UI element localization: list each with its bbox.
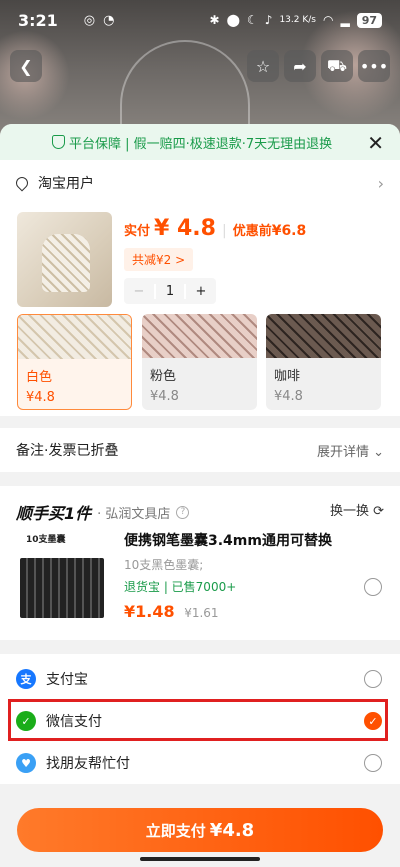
add-on-brand: 顺手买1件 xyxy=(16,504,92,523)
variant-price: ¥4.8 xyxy=(26,390,55,405)
variant-price: ¥4.8 xyxy=(274,389,303,404)
variant-label: 白色 xyxy=(26,370,53,385)
location-icon: ⬤ xyxy=(226,13,240,27)
share-icon: ➦ xyxy=(293,56,307,76)
status-icons-left: ◎ ◔ xyxy=(84,13,115,28)
pay-now-button[interactable]: 立即支付 ¥4.8 xyxy=(17,808,383,852)
mute-icon: ♪ xyxy=(264,13,273,27)
ink-cartridges-image xyxy=(20,558,104,618)
bluetooth-icon: ✱ xyxy=(209,13,220,27)
help-icon[interactable]: ? xyxy=(176,505,190,519)
wifi-icon: ◠ xyxy=(322,13,334,27)
add-on-header: 顺手买1件 · 弘润文具店 ? xyxy=(16,500,190,524)
quantity-stepper: − 1 + xyxy=(124,278,216,304)
selection-highlight-box xyxy=(8,699,388,741)
cart-icon: ⛟ xyxy=(326,55,348,75)
alipay-icon: 支 xyxy=(16,669,36,689)
variant-image xyxy=(266,314,381,358)
add-on-subtitle: 10支黑色墨囊; xyxy=(124,558,204,572)
back-button[interactable]: ❮ xyxy=(10,50,42,82)
alipay-radio[interactable] xyxy=(364,670,382,688)
payment-label: 支付宝 xyxy=(46,672,88,688)
add-on-current-price: ¥1.48 xyxy=(124,602,175,621)
add-on-store: · 弘润文具店 xyxy=(97,506,171,522)
remark-row[interactable]: 备注·发票已折叠 展开详情 ⌄ xyxy=(0,428,400,472)
pay-price: ¥ 4.8 xyxy=(154,216,216,241)
guarantee-text: 平台保障 | 假一赔四·极速退款·7天无理由退换 xyxy=(69,136,333,152)
payment-friend[interactable]: ♥ 找朋友帮忙付 xyxy=(0,742,400,784)
favorite-button[interactable]: ☆ xyxy=(247,50,279,82)
discount-badge[interactable]: 共减¥2 > xyxy=(124,248,194,271)
friend-pay-icon: ♥ xyxy=(16,753,36,773)
add-on-title: 便携钢笔墨囊3.4mm通用可替换 xyxy=(124,533,332,549)
variant-selector: 白色 ¥4.8 粉色 ¥4.8 咖啡 ¥4.8 xyxy=(0,310,400,416)
add-on-original-price: ¥1.61 xyxy=(184,606,219,620)
star-icon: ☆ xyxy=(255,56,271,76)
chevron-right-icon: › xyxy=(377,173,384,193)
pay-label: 实付 xyxy=(124,224,151,239)
payment-label: 找朋友帮忙付 xyxy=(46,756,130,772)
add-on-image[interactable]: 10支墨囊 xyxy=(16,530,108,622)
guarantee-banner: 平台保障 | 假一赔四·极速退款·7天无理由退换 ✕ xyxy=(0,124,400,160)
payment-alipay[interactable]: 支 支付宝 xyxy=(0,658,400,700)
add-on-price: ¥1.48 ¥1.61 xyxy=(124,602,219,621)
home-indicator[interactable] xyxy=(140,857,260,861)
variant-price: ¥4.8 xyxy=(150,389,179,404)
signal-icon: ▂ xyxy=(340,13,350,27)
remark-label: 备注·发票已折叠 xyxy=(16,443,119,459)
price-divider: | xyxy=(221,223,227,239)
status-time: 3:21 xyxy=(18,10,58,30)
variant-pink[interactable]: 粉色 ¥4.8 xyxy=(142,314,257,410)
share-button[interactable]: ➦ xyxy=(284,50,316,82)
decrease-button[interactable]: − xyxy=(124,284,154,299)
location-pin-icon xyxy=(13,174,31,192)
speed-icon: ◔ xyxy=(103,12,115,28)
friend-pay-radio[interactable] xyxy=(364,754,382,772)
chevron-left-icon: ❮ xyxy=(19,56,33,76)
quantity-value[interactable]: 1 xyxy=(154,283,186,299)
increase-button[interactable]: + xyxy=(186,284,216,299)
variant-image xyxy=(142,314,257,358)
address-row[interactable]: 淘宝用户 › xyxy=(0,160,400,206)
moon-icon: ☾ xyxy=(247,13,258,27)
close-button[interactable]: ✕ xyxy=(367,131,384,155)
variant-label: 粉色 xyxy=(150,369,177,384)
app-notification-icon: ◎ xyxy=(83,12,96,28)
battery-indicator: 97 xyxy=(356,12,382,28)
pay-now-label: 立即支付 xyxy=(145,821,206,840)
status-icons-right: ✱ ⬤ ☾ ♪ 13.2 K/s ◠ ▂ 97 xyxy=(209,12,382,28)
shield-icon xyxy=(52,135,65,149)
add-on-image-label: 10支墨囊 xyxy=(26,535,66,545)
payment-methods: 支 支付宝 ✓ 微信支付 ✓ ♥ 找朋友帮忙付 xyxy=(0,654,400,784)
add-on-checkbox[interactable] xyxy=(364,578,382,596)
price-row: 实付 ¥ 4.8 | 优惠前 ¥6.8 xyxy=(124,216,306,241)
product-thumbnail[interactable] xyxy=(17,212,112,307)
net-speed: 13.2 K/s xyxy=(279,15,316,25)
cart-button[interactable]: ⛟ xyxy=(321,50,353,82)
variant-image xyxy=(18,315,131,359)
variant-white[interactable]: 白色 ¥4.8 xyxy=(17,314,132,410)
swap-button[interactable]: 换一换 ⟳ xyxy=(330,500,384,519)
status-bar: 3:21 ◎ ◔ ✱ ⬤ ☾ ♪ 13.2 K/s ◠ ▂ 97 xyxy=(0,0,400,40)
add-on-section: 顺手买1件 · 弘润文具店 ? 换一换 ⟳ 10支墨囊 便携钢笔墨囊3.4mm通… xyxy=(0,486,400,640)
variant-coffee[interactable]: 咖啡 ¥4.8 xyxy=(266,314,381,410)
chevron-down-icon: ⌄ xyxy=(373,444,384,460)
more-button[interactable]: ••• xyxy=(358,50,390,82)
original-label: 优惠前 xyxy=(232,224,272,239)
pay-now-amount: ¥4.8 xyxy=(209,819,255,841)
add-on-tags: 退货宝 | 已售7000+ xyxy=(124,580,237,594)
product-summary: 实付 ¥ 4.8 | 优惠前 ¥6.8 共减¥2 > − 1 + xyxy=(0,206,400,310)
checkout-sheet: 平台保障 | 假一赔四·极速退款·7天无理由退换 ✕ 淘宝用户 › 实付 ¥ 4… xyxy=(0,124,400,867)
address-name: 淘宝用户 xyxy=(38,176,94,192)
expand-label: 展开详情 xyxy=(316,444,369,460)
swap-label: 换一换 xyxy=(329,504,369,519)
original-price: ¥6.8 xyxy=(271,223,307,239)
more-icon: ••• xyxy=(359,56,389,76)
expand-details-button[interactable]: 展开详情 ⌄ xyxy=(317,441,384,460)
refresh-icon: ⟳ xyxy=(373,504,384,519)
variant-label: 咖啡 xyxy=(274,369,301,384)
